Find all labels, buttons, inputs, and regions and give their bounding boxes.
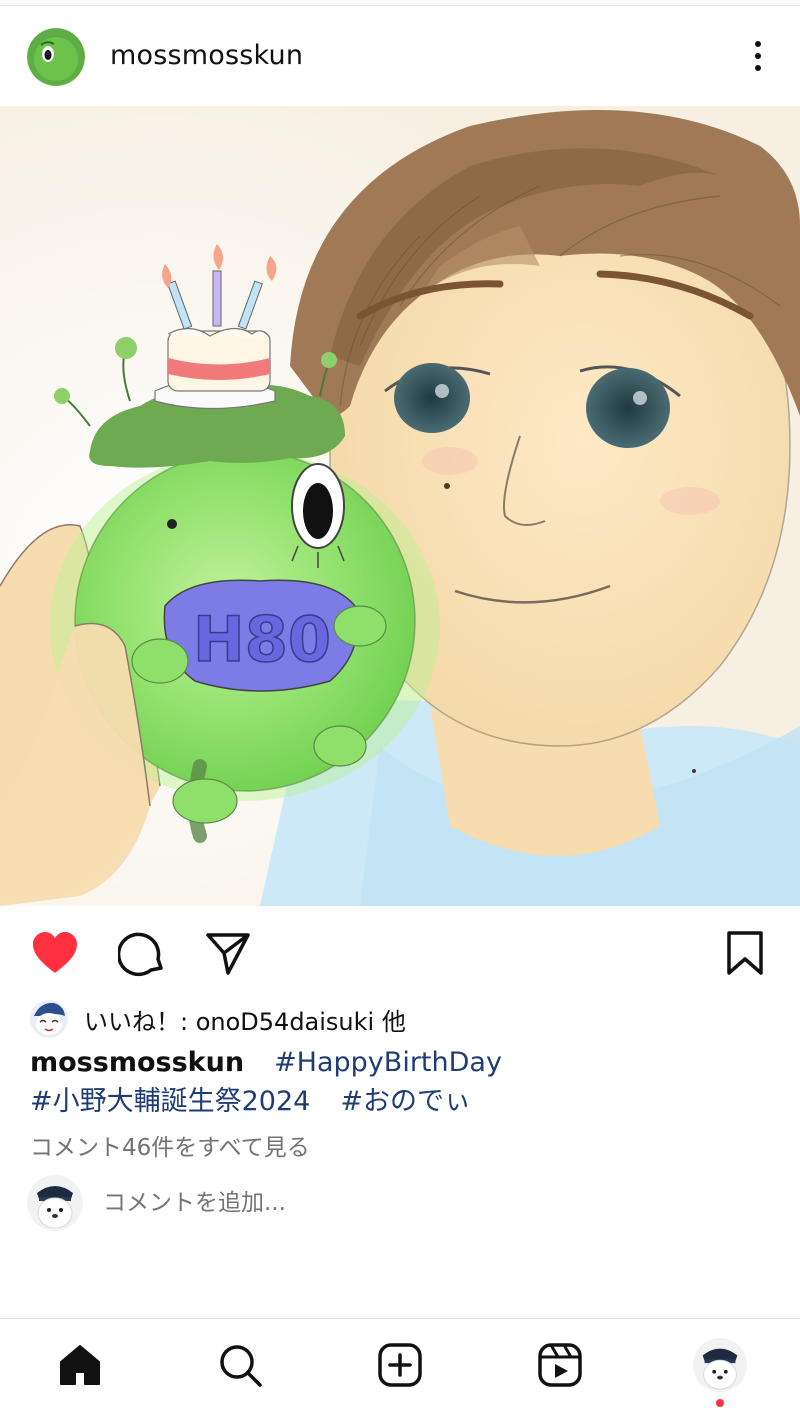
hashtag[interactable]: #おのでぃ [340, 1086, 471, 1117]
add-comment-row [27, 1175, 503, 1231]
like-icon[interactable] [30, 928, 80, 978]
caption-username[interactable]: mossmosskun [30, 1047, 244, 1078]
liker-avatar[interactable] [30, 1000, 68, 1038]
post-header: mossmosskun [0, 6, 800, 106]
current-user-avatar [27, 1175, 83, 1231]
liker-username[interactable]: onoD54daisuki [196, 1008, 375, 1036]
create-icon[interactable] [372, 1337, 428, 1393]
reels-icon[interactable] [532, 1337, 588, 1393]
svg-text:H80: H80 [193, 603, 331, 676]
likes-text: いいね！: onoD54daisuki 他 [84, 1002, 406, 1037]
share-icon[interactable] [203, 928, 253, 978]
add-comment-input[interactable] [103, 1190, 503, 1216]
bottom-nav-bar [0, 1318, 800, 1422]
likes-suffix: 他 [374, 1007, 406, 1036]
more-options-icon[interactable] [744, 36, 772, 76]
profile-avatar[interactable] [692, 1337, 748, 1393]
bookmark-icon[interactable] [720, 928, 770, 978]
notification-dot [716, 1399, 724, 1407]
caption: mossmosskun #HappyBirthDay #小野大輔誕生祭2024 #お… [30, 1043, 770, 1121]
author-avatar[interactable] [27, 28, 85, 86]
likes-prefix: いいね！: [84, 1007, 196, 1036]
comment-icon[interactable] [117, 928, 167, 978]
likes-row[interactable]: いいね！: onoD54daisuki 他 [30, 1000, 406, 1038]
search-icon[interactable] [212, 1337, 268, 1393]
view-all-comments-link[interactable]: コメント46件をすべて見る [30, 1128, 310, 1162]
post-action-bar [0, 906, 800, 996]
author-username[interactable]: mossmosskun [110, 40, 303, 71]
home-icon[interactable] [52, 1337, 108, 1393]
hashtag[interactable]: #HappyBirthDay [274, 1047, 502, 1078]
post-image[interactable]: H80 [0, 106, 800, 906]
hashtag[interactable]: #小野大輔誕生祭2024 [30, 1086, 310, 1117]
